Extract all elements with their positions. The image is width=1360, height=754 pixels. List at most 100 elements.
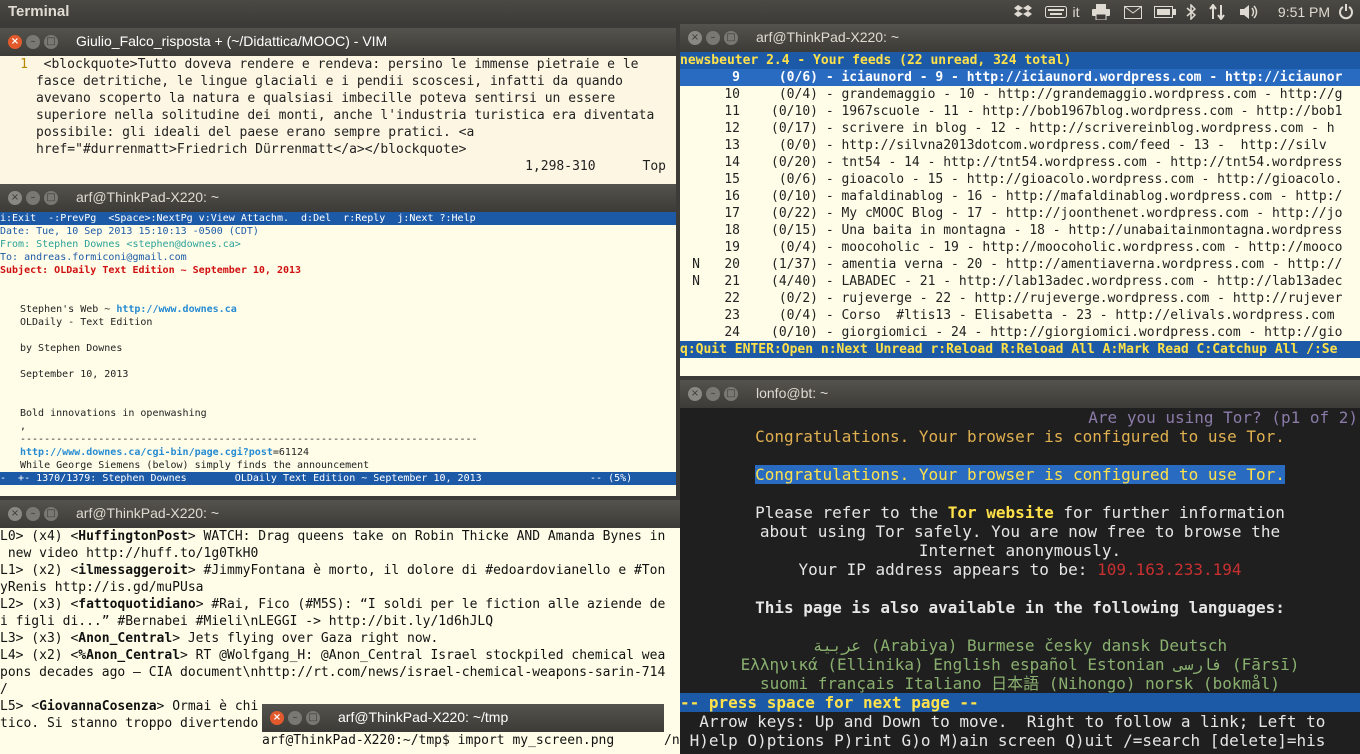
language-links[interactable]: Ελληνικά (Ellinika) English español Esto… <box>680 655 1360 674</box>
lynx-titlebar[interactable]: × – □ lonfo@bt: ~ <box>680 380 1360 408</box>
minimize-icon[interactable]: – <box>288 711 302 725</box>
maximize-icon[interactable]: □ <box>724 31 738 45</box>
maximize-icon[interactable]: □ <box>724 387 738 401</box>
language-links[interactable]: suomi français Italiano 日本語 (Nihongo) no… <box>680 674 1360 693</box>
irc-titlebar[interactable]: × – □ arf@ThinkPad-X220: ~ <box>0 500 680 528</box>
tmp-terminal-window[interactable]: × – □ arf@ThinkPad-X220: ~/tmp arf@ThinkPa… <box>262 704 664 754</box>
irc-prefix: yRenis http://is.gd/muPUsa <box>0 580 204 595</box>
feed-flag <box>680 222 700 239</box>
dropbox-icon[interactable] <box>1012 2 1034 22</box>
keyboard-icon[interactable] <box>1044 2 1068 22</box>
feed-row[interactable]: N 21 (4/40) - LABADEC - 21 - http://lab13a… <box>680 273 1360 290</box>
tor-status-highlight[interactable]: Congratulations. Your browser is configu… <box>755 465 1285 484</box>
vim-buffer[interactable]: 1 <blockquote>Tutto doveva rendere e ren… <box>0 56 676 184</box>
minimize-icon[interactable]: – <box>26 507 40 521</box>
lynx-page[interactable]: Are you using Tor? (p1 of 2) Congratulat… <box>680 408 1360 754</box>
irc-nick: fattoquotidiano <box>78 597 196 612</box>
tmp-terminal[interactable]: arf@ThinkPad-X220:~/tmp$ import my_scree… <box>262 732 664 754</box>
printer-icon[interactable] <box>1090 2 1112 22</box>
body-divider: ----------------------------------------… <box>20 434 478 445</box>
battery-icon[interactable] <box>1154 2 1176 22</box>
feed-count: (0/10) <box>771 325 818 340</box>
mutt-titlebar[interactable]: × – □ arf@ThinkPad-X220: ~ <box>0 184 676 212</box>
feed-number: 11 <box>724 104 740 119</box>
feed-row[interactable]: N 20 (1/37) - amentia verna - 20 - http://… <box>680 256 1360 273</box>
feed-row[interactable]: 11 (0/10) - 1967scuole - 11 - http://bob1… <box>680 103 1360 120</box>
power-icon[interactable] <box>1336 2 1356 22</box>
feed-row[interactable]: 9 (0/6) - iciaunord - 9 - http://iciaunor… <box>680 69 1360 86</box>
feed-number: 13 <box>724 138 740 153</box>
news-titlebar[interactable]: × – □ arf@ThinkPad-X220: ~ <box>680 24 1360 52</box>
irc-prefix: L3> (x3) < <box>0 631 79 646</box>
shell-prompt[interactable]: arf@ThinkPad-X220:~/tmp$ import my_scree… <box>262 732 664 749</box>
feed-row[interactable]: 15 (0/6) - gioacolo - 15 - http://gioacol… <box>680 171 1360 188</box>
newsbeuter-window[interactable]: × – □ arf@ThinkPad-X220: ~ newsbeuter 2.4 … <box>680 24 1360 376</box>
feed-flag: N <box>692 274 700 289</box>
feed-row[interactable]: 16 (0/10) - mafaldinablog - 16 - http://m… <box>680 188 1360 205</box>
feed-flag <box>680 205 700 222</box>
irc-nick: GiovannaCosenza <box>39 699 157 714</box>
feed-count: (0/22) <box>771 206 818 221</box>
post-link[interactable]: http://www.downes.ca/cgi-bin/page.cgi?po… <box>20 447 273 458</box>
feed-row[interactable]: 12 (0/17) - scrivere in blog - 12 - http:… <box>680 120 1360 137</box>
maximize-icon[interactable]: □ <box>44 507 58 521</box>
feed-number: 21 <box>724 274 740 289</box>
feed-row[interactable]: 10 (0/4) - grandemaggio - 10 - http://gra… <box>680 86 1360 103</box>
feed-title: mafaldinablog - 16 - http://mafaldinablo… <box>841 189 1343 204</box>
mutt-pager[interactable]: i:Exit -:PrevPg <Space>:NextPg v:View At… <box>0 212 676 496</box>
feed-count: (0/4) <box>778 87 818 102</box>
feed-flag <box>680 137 700 154</box>
body-link[interactable]: http://www.downes.ca <box>116 304 236 315</box>
mail-icon[interactable] <box>1122 2 1144 22</box>
vim-titlebar[interactable]: × – □ Giulio_Falco_risposta + (~/Didattica… <box>0 28 676 56</box>
close-icon[interactable]: × <box>688 387 702 401</box>
minimize-icon[interactable]: – <box>706 387 720 401</box>
feed-row[interactable]: 23 (0/4) - Corso #ltis13 - Elisabetta - 2… <box>680 307 1360 324</box>
body-text: September 10, 2013 <box>20 369 129 380</box>
feed-count: (0/4) <box>778 308 818 323</box>
feed-flag <box>680 171 700 188</box>
vim-text-line: <blockquote>Tutto doveva rendere e rende… <box>43 57 639 72</box>
feed-list[interactable]: newsbeuter 2.4 - Your feeds (22 unread, … <box>680 52 1360 376</box>
mail-from: From: Stephen Downes <stephen@downes.ca> <box>0 239 241 250</box>
maximize-icon[interactable]: □ <box>44 191 58 205</box>
network-icon[interactable] <box>1206 2 1228 22</box>
clock[interactable]: 9:51 PM <box>1276 2 1332 22</box>
language-links[interactable]: عربية (Arabiya) Burmese česky dansk Deut… <box>680 636 1360 655</box>
close-icon[interactable]: × <box>8 507 22 521</box>
tor-website-link[interactable]: Tor website <box>948 503 1054 522</box>
feed-row[interactable]: 19 (0/4) - moocoholic - 19 - http://mooco… <box>680 239 1360 256</box>
tmp-titlebar[interactable]: × – □ arf@ThinkPad-X220: ~/tmp <box>262 704 664 732</box>
volume-icon[interactable] <box>1238 2 1262 22</box>
close-icon[interactable]: × <box>8 35 22 49</box>
feed-number: 9 <box>732 70 740 85</box>
feed-title: Corso #ltis13 - Elisabetta - 23 - http:/… <box>841 308 1335 323</box>
mutt-window[interactable]: × – □ arf@ThinkPad-X220: ~ i:Exit -:PrevPg… <box>0 184 676 496</box>
close-icon[interactable]: × <box>8 191 22 205</box>
close-icon[interactable]: × <box>270 711 284 725</box>
feed-list-header: newsbeuter 2.4 - Your feeds (22 unread, … <box>680 52 1360 69</box>
vim-text-line: possibile: gli ideali del paese erano se… <box>36 125 475 140</box>
feed-row[interactable]: 18 (0/15) - Una baita in montagna - 18 - … <box>680 222 1360 239</box>
minimize-icon[interactable]: – <box>706 31 720 45</box>
feed-row[interactable]: 24 (0/10) - giorgiomici - 24 - http://gio… <box>680 324 1360 341</box>
mail-to: To: andreas.formiconi@gmail.com <box>0 252 187 263</box>
vim-window[interactable]: × – □ Giulio_Falco_risposta + (~/Didattica… <box>0 28 676 184</box>
feed-row[interactable]: 13 (0/0) - http://silvna2013dotcom.wordpr… <box>680 137 1360 154</box>
feed-list-footer: q:Quit ENTER:Open n:Next Unread r:Reload… <box>680 341 1360 358</box>
minimize-icon[interactable]: – <box>26 35 40 49</box>
close-icon[interactable]: × <box>688 31 702 45</box>
vim-text-line: superiore nella solitudine dei monti, an… <box>36 108 655 123</box>
maximize-icon[interactable]: □ <box>44 35 58 49</box>
lynx-window[interactable]: × – □ lonfo@bt: ~ Are you using Tor? (p1 o… <box>680 380 1360 754</box>
keyboard-layout[interactable]: it <box>1068 2 1084 22</box>
feed-row[interactable]: 17 (0/22) - My cMOOC Blog - 17 - http://j… <box>680 205 1360 222</box>
bluetooth-icon[interactable] <box>1182 2 1200 22</box>
feed-row[interactable]: 22 (0/2) - rujeverge - 22 - http://rujeve… <box>680 290 1360 307</box>
minimize-icon[interactable]: – <box>26 191 40 205</box>
feed-flag <box>680 86 700 103</box>
feed-flag <box>680 120 700 137</box>
irc-prefix: L4> (x2) < <box>0 648 79 663</box>
maximize-icon[interactable]: □ <box>306 711 320 725</box>
feed-row[interactable]: 14 (0/20) - tnt54 - 14 - http://tnt54.wor… <box>680 154 1360 171</box>
